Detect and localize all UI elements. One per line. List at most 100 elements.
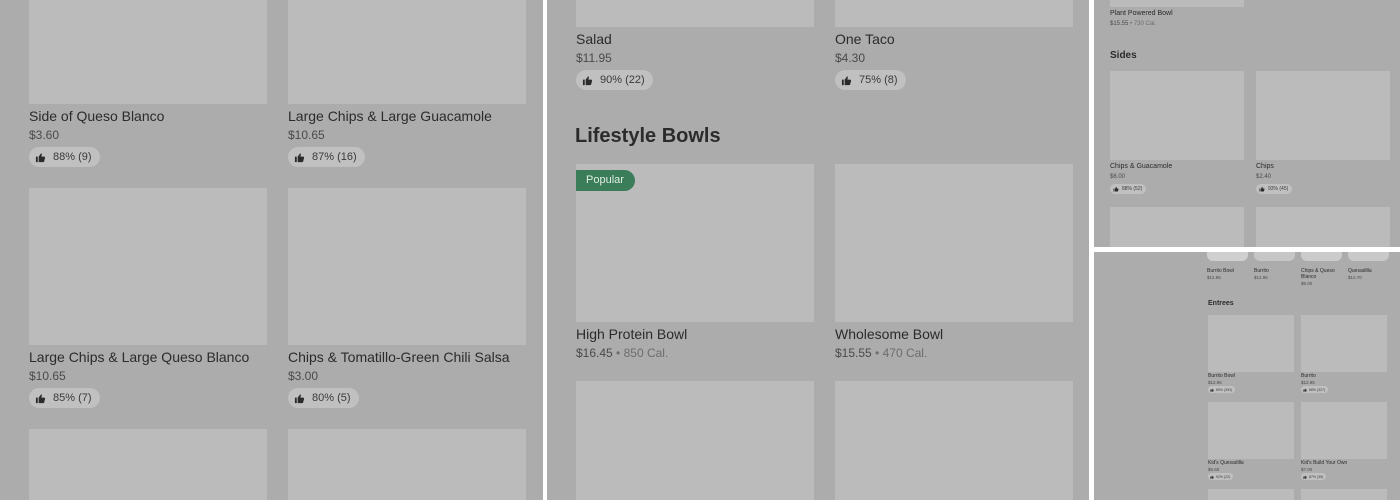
- menu-panel-entrees-small: Burrito Bowl $12.95 Burrito $12.95 Chips…: [1094, 252, 1400, 500]
- item-price: $5.60: [1208, 467, 1220, 472]
- item-image[interactable]: [1256, 207, 1390, 247]
- item-title[interactable]: High Protein Bowl: [576, 326, 687, 342]
- thumbs-up-icon: [35, 393, 46, 403]
- popular-badge: Popular: [576, 170, 635, 191]
- rating-badge: 90% (22): [576, 70, 653, 90]
- thumbs-up-icon: [35, 152, 46, 162]
- item-title[interactable]: Burrito Bowl: [1207, 268, 1234, 274]
- rating-text: 80% (5): [312, 392, 351, 404]
- item-title[interactable]: Chips & Tomatillo-Green Chili Salsa: [288, 349, 510, 365]
- item-price: $12.95: [1301, 380, 1315, 385]
- item-image[interactable]: [1110, 0, 1244, 7]
- rating-badge: 80% (5): [288, 388, 359, 408]
- item-image[interactable]: [288, 188, 526, 345]
- menu-panel-sides-left: Side of Queso Blanco $3.60 88% (9) Large…: [0, 0, 543, 500]
- rating-badge: 89% (353): [1208, 386, 1236, 393]
- item-price: $2.40: [1256, 174, 1272, 180]
- rating-badge: 75% (8): [835, 70, 906, 90]
- thumbs-up-icon: [1259, 186, 1265, 192]
- thumbs-up-icon: [1303, 388, 1307, 392]
- rating-text: 87% (16): [312, 151, 357, 163]
- item-image[interactable]: [288, 0, 526, 104]
- item-image[interactable]: [1110, 71, 1244, 160]
- rating-badge: 93% (45): [1256, 184, 1293, 194]
- rating-text: 90% (22): [600, 74, 645, 86]
- item-title[interactable]: Chips & Queso Blanco: [1301, 268, 1339, 280]
- item-image[interactable]: [1110, 207, 1244, 247]
- item-title[interactable]: Burrito: [1254, 268, 1269, 274]
- item-image[interactable]: [1301, 402, 1387, 459]
- separator-dot: •: [616, 346, 621, 360]
- item-price: $6.00: [1301, 281, 1313, 286]
- rating-text: 87% (39): [1309, 474, 1324, 479]
- item-title[interactable]: Chips: [1256, 163, 1274, 170]
- item-image[interactable]: [1256, 71, 1390, 160]
- menu-panel-sides-small: Plant Powered Bowl $15.55 • 730 Cal. Sid…: [1094, 0, 1400, 247]
- item-title[interactable]: Quesadilla: [1348, 268, 1372, 274]
- item-price-calories: $15.55 • 470 Cal.: [835, 346, 927, 360]
- item-price: $6.00: [1110, 174, 1126, 180]
- item-image[interactable]: [1301, 252, 1342, 261]
- item-image[interactable]: [29, 429, 267, 500]
- menu-panel-lifestyle-bowls: Salad $11.95 90% (22) One Taco $4.30 75%…: [547, 0, 1089, 500]
- thumbs-up-icon: [582, 75, 593, 85]
- rating-badge: 92% (22): [1208, 473, 1234, 480]
- item-title[interactable]: Kid's Build Your Own: [1301, 460, 1347, 466]
- rating-badge: 88% (52): [1110, 184, 1147, 194]
- item-image[interactable]: [288, 429, 526, 500]
- item-price: $15.55: [835, 346, 872, 360]
- item-price: $16.45: [576, 346, 613, 360]
- item-image[interactable]: [29, 0, 267, 104]
- rating-text: 88% (9): [53, 151, 92, 163]
- item-title[interactable]: Burrito: [1301, 373, 1316, 379]
- rating-text: 89% (353): [1216, 387, 1233, 392]
- rating-badge: 87% (39): [1301, 473, 1327, 480]
- item-image[interactable]: [1301, 315, 1387, 372]
- item-image[interactable]: [1348, 252, 1389, 261]
- item-price: $12.95: [1207, 275, 1221, 280]
- item-image[interactable]: [576, 0, 814, 27]
- item-title[interactable]: Side of Queso Blanco: [29, 108, 164, 124]
- item-title[interactable]: Salad: [576, 31, 612, 47]
- item-title[interactable]: Large Chips & Large Queso Blanco: [29, 349, 249, 365]
- rating-text: 88% (52): [1122, 186, 1143, 192]
- item-title[interactable]: Kid's Quesadilla: [1208, 460, 1244, 466]
- item-image[interactable]: [1301, 489, 1387, 500]
- item-image[interactable]: [1208, 402, 1294, 459]
- item-image[interactable]: [835, 0, 1073, 27]
- item-price: $4.30: [835, 51, 866, 65]
- item-price: $3.60: [29, 128, 60, 142]
- rating-text: 93% (45): [1268, 186, 1289, 192]
- item-title[interactable]: One Taco: [835, 31, 895, 47]
- section-title: Lifestyle Bowls: [575, 125, 721, 147]
- item-price: $10.65: [29, 369, 66, 383]
- item-title[interactable]: Large Chips & Large Guacamole: [288, 108, 492, 124]
- item-image[interactable]: [576, 381, 814, 500]
- rating-badge: 88% (9): [29, 147, 100, 167]
- item-image[interactable]: [1254, 252, 1295, 261]
- rating-badge: 88% (327): [1301, 386, 1329, 393]
- item-calories: 850 Cal.: [623, 346, 669, 360]
- item-price: $12.70: [1348, 275, 1362, 280]
- item-image[interactable]: [835, 381, 1073, 500]
- item-image[interactable]: [1208, 489, 1294, 500]
- item-title[interactable]: Burrito Bowl: [1208, 373, 1235, 379]
- rating-text: 75% (8): [859, 74, 898, 86]
- item-title[interactable]: Plant Powered Bowl: [1110, 10, 1173, 17]
- item-price: $10.65: [288, 128, 325, 142]
- item-image[interactable]: [29, 188, 267, 345]
- rating-badge: 85% (7): [29, 388, 100, 408]
- thumbs-up-icon: [1113, 186, 1119, 192]
- item-image[interactable]: [835, 164, 1073, 322]
- rating-text: 85% (7): [53, 392, 92, 404]
- item-image[interactable]: [1208, 315, 1294, 372]
- separator-dot: •: [1130, 21, 1133, 27]
- thumbs-up-icon: [294, 152, 305, 162]
- item-calories: 730 Cal.: [1133, 21, 1157, 27]
- item-title[interactable]: Wholesome Bowl: [835, 326, 943, 342]
- separator-dot: •: [875, 346, 880, 360]
- thumbs-up-icon: [294, 393, 305, 403]
- item-image[interactable]: [1207, 252, 1248, 261]
- item-title[interactable]: Chips & Guacamole: [1110, 163, 1172, 170]
- rating-badge: 87% (16): [288, 147, 365, 167]
